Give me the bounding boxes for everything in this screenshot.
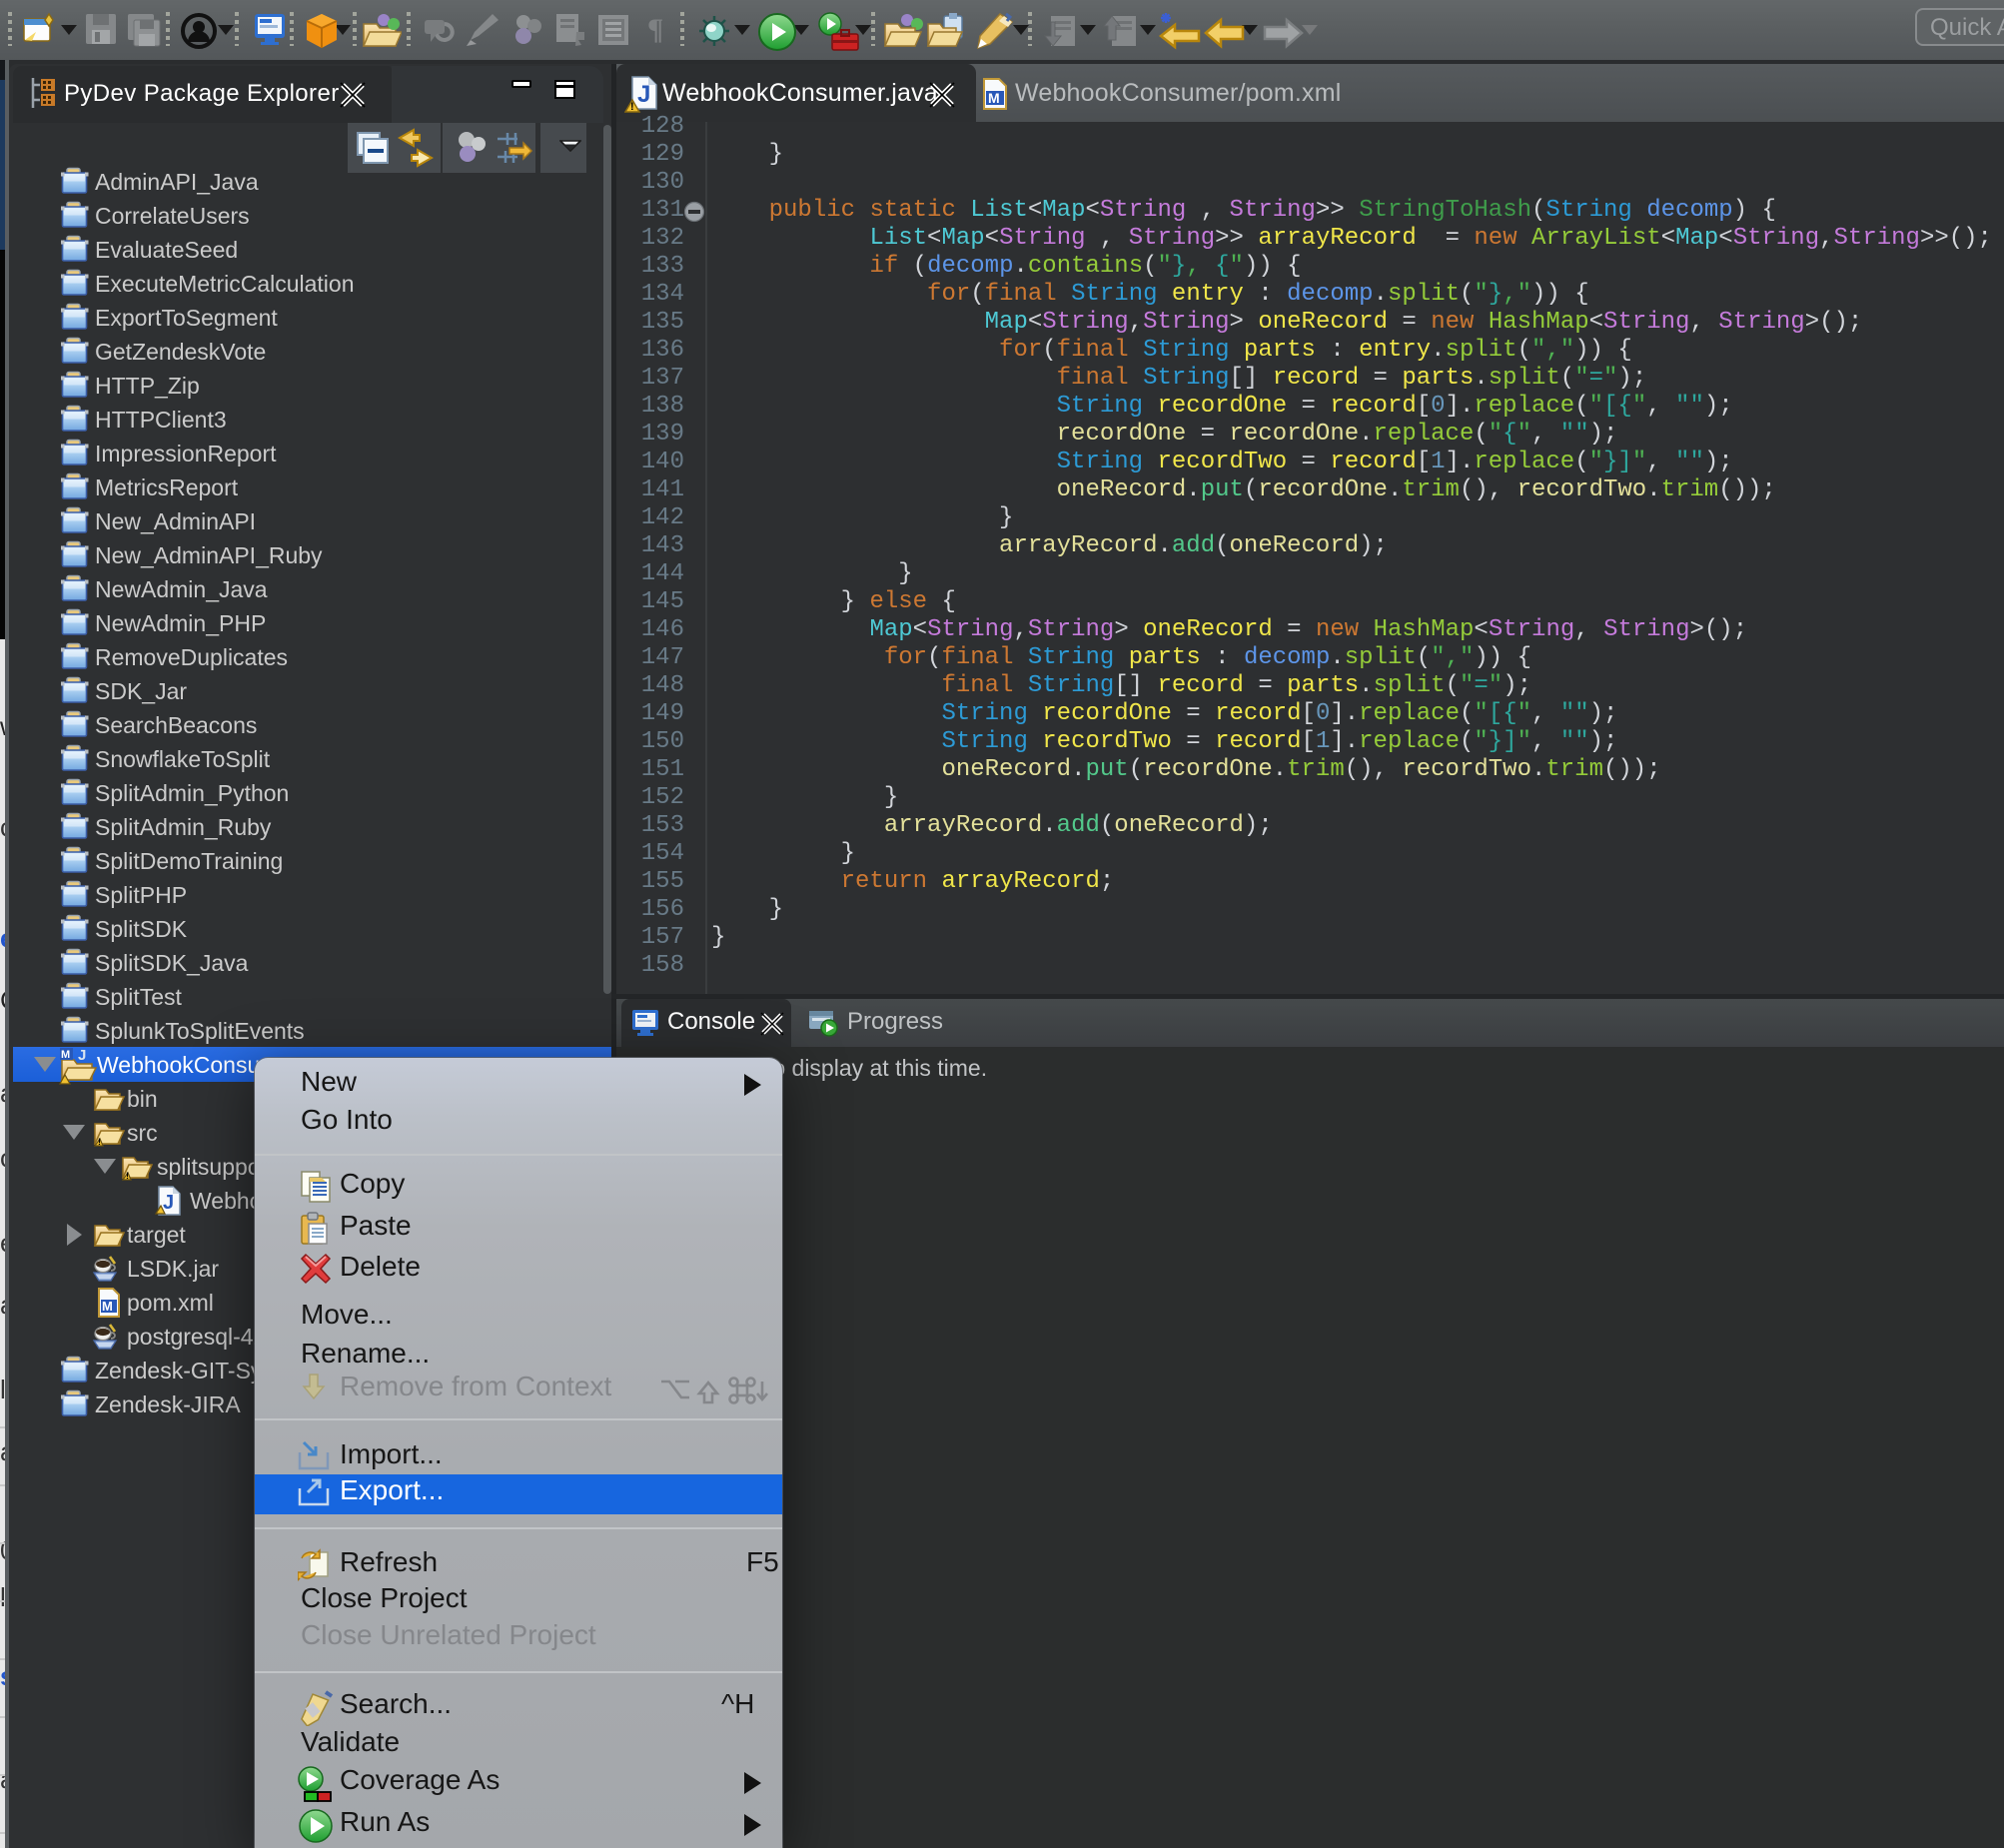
svg-text:¶: ¶ xyxy=(647,13,663,46)
svg-text:J: J xyxy=(637,81,650,108)
svg-text:M: M xyxy=(988,90,1000,106)
svg-text:!: ! xyxy=(630,101,634,113)
